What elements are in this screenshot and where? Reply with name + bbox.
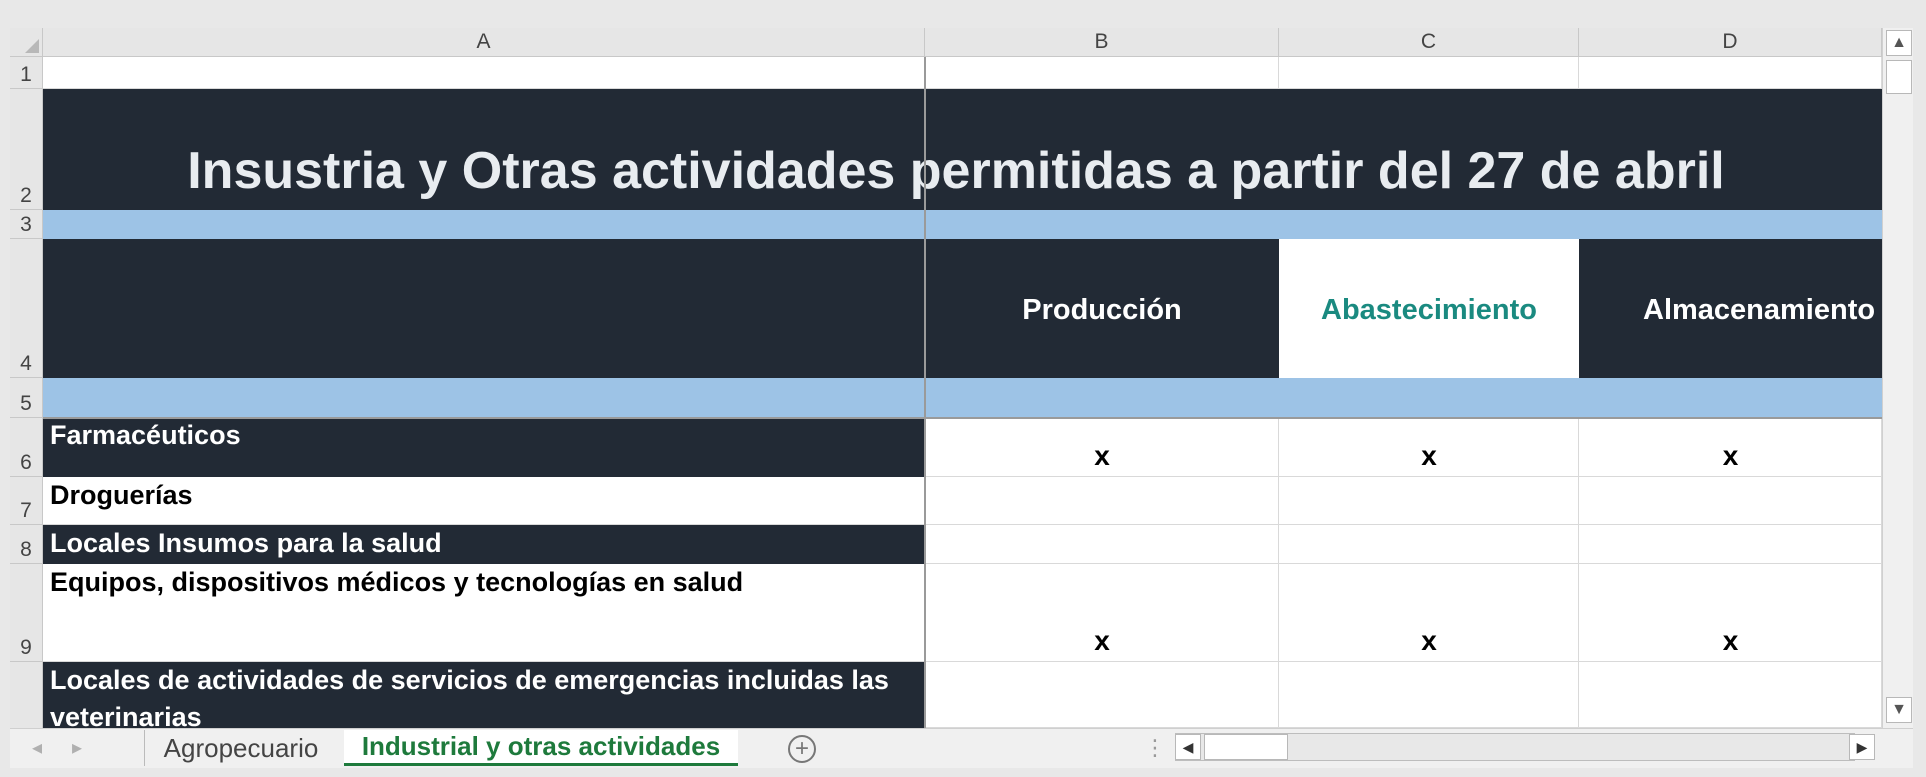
- row-header-9[interactable]: 9: [10, 564, 43, 662]
- cell-b10[interactable]: [925, 662, 1279, 728]
- cell-c8[interactable]: [1279, 525, 1579, 564]
- mark-b6: x: [1094, 440, 1110, 471]
- caret-left-icon: ◀: [1182, 738, 1194, 755]
- column-header-d[interactable]: D: [1579, 28, 1882, 57]
- header-produccion: Producción: [1022, 293, 1182, 326]
- mark-c9: x: [1421, 625, 1437, 656]
- row-header-1[interactable]: 1: [10, 57, 43, 89]
- blue-band-row-5[interactable]: [43, 378, 1882, 418]
- cell-d8[interactable]: [1579, 525, 1882, 564]
- label-farmaceuticos: Farmacéuticos: [50, 420, 241, 450]
- select-all-corner[interactable]: [10, 28, 43, 57]
- plus-icon: +: [794, 735, 809, 762]
- row-header-8[interactable]: 8: [10, 525, 43, 564]
- label-emergencias-cont: veterinarias: [50, 702, 202, 728]
- column-header-a[interactable]: A: [43, 28, 925, 57]
- caret-down-icon: ▼: [1891, 701, 1907, 718]
- row-header-3[interactable]: 3: [10, 210, 43, 239]
- scroll-down-button[interactable]: ▼: [1886, 697, 1912, 723]
- scroll-left-button[interactable]: ◀: [1175, 734, 1201, 760]
- horizontal-scroll-thumb[interactable]: [1204, 734, 1288, 760]
- label-emergencias: Locales de actividades de servicios de e…: [50, 665, 889, 695]
- cell-d10[interactable]: [1579, 662, 1882, 728]
- cell-c1[interactable]: [1279, 57, 1579, 89]
- cell-b8[interactable]: [925, 525, 1279, 564]
- cell-a1[interactable]: [43, 57, 925, 89]
- caret-up-icon: ▲: [1891, 34, 1907, 51]
- add-sheet-button[interactable]: +: [788, 735, 816, 763]
- cell-c7[interactable]: [1279, 477, 1579, 525]
- vertical-scroll-thumb[interactable]: [1886, 60, 1912, 94]
- mark-c6: x: [1421, 440, 1437, 471]
- row-header-7[interactable]: 7: [10, 477, 43, 525]
- column-header-b[interactable]: B: [925, 28, 1279, 57]
- select-all-icon: [25, 39, 39, 53]
- cell-a4[interactable]: [43, 239, 925, 378]
- header-almacenamiento: Almacenamiento: [1643, 293, 1876, 326]
- cell-c10[interactable]: [1279, 662, 1579, 728]
- cell-d1[interactable]: [1579, 57, 1882, 89]
- tab-scroll-right-icon[interactable]: ▸: [72, 735, 82, 760]
- scroll-up-button[interactable]: ▲: [1886, 30, 1912, 56]
- row-header-6[interactable]: 6: [10, 418, 43, 477]
- header-abastecimiento: Abastecimiento: [1321, 293, 1537, 326]
- caret-right-icon: ▶: [1856, 738, 1868, 755]
- worksheet-grid[interactable]: A B C D 1 2 3 4 5 6 7 8 9 Insustria y Ot…: [10, 28, 1882, 728]
- tab-industrial[interactable]: Industrial y otras actividades: [344, 730, 738, 766]
- sheet-title: Insustria y Otras actividades permitidas…: [187, 142, 1725, 200]
- mark-b9: x: [1094, 625, 1110, 656]
- label-equipos: Equipos, dispositivos médicos y tecnolog…: [50, 567, 744, 597]
- row-header-10[interactable]: [10, 662, 43, 728]
- splitter-handle-icon[interactable]: ⋮: [1144, 735, 1166, 761]
- mark-d6: x: [1722, 440, 1739, 471]
- tab-scroll-left-icon[interactable]: ◂: [32, 735, 42, 760]
- tab-agropecuario[interactable]: Agropecuario: [144, 730, 337, 766]
- mark-d9: x: [1722, 625, 1739, 656]
- row-header-5[interactable]: 5: [10, 378, 43, 418]
- label-droguerias: Droguerías: [50, 480, 193, 510]
- cell-b7[interactable]: [925, 477, 1279, 525]
- cell-d7[interactable]: [1579, 477, 1882, 525]
- label-locales-insumos: Locales Insumos para la salud: [50, 528, 442, 558]
- scroll-right-button[interactable]: ▶: [1849, 734, 1875, 760]
- freeze-pane-vertical: [924, 57, 926, 728]
- cell-b1[interactable]: [925, 57, 1279, 89]
- column-header-c[interactable]: C: [1279, 28, 1579, 57]
- vertical-scrollbar[interactable]: [1882, 28, 1913, 728]
- blue-band-row-3[interactable]: [43, 210, 1882, 239]
- freeze-pane-horizontal: [43, 417, 1882, 419]
- row-header-4[interactable]: 4: [10, 239, 43, 378]
